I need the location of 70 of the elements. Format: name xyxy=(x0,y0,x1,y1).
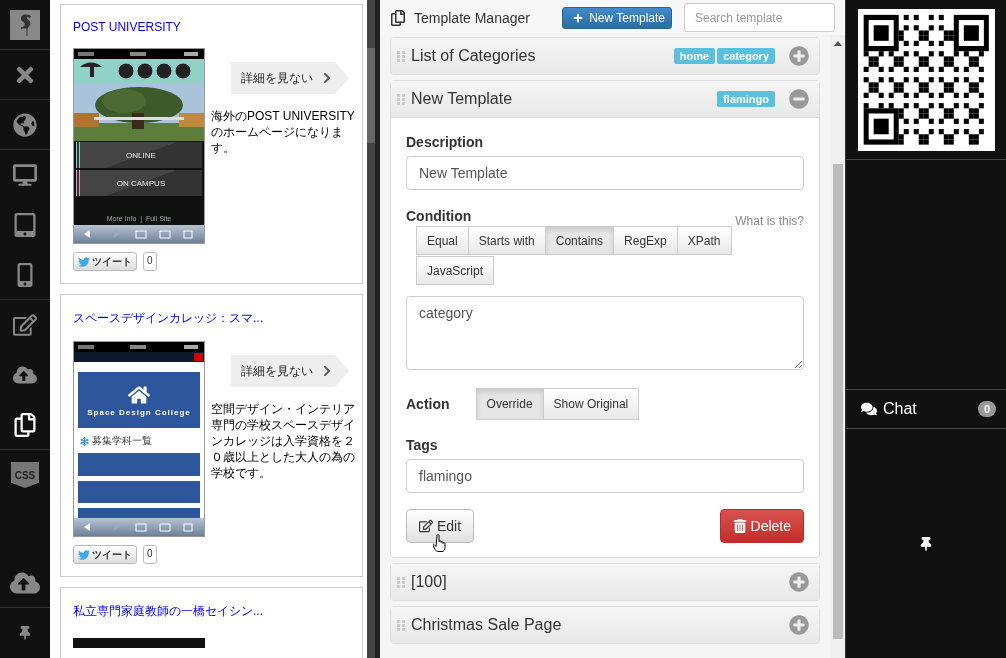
tag-label: flamingo xyxy=(717,91,775,107)
drag-handle-icon[interactable] xyxy=(397,93,405,105)
chat-button[interactable]: Chat xyxy=(861,400,978,418)
drag-handle-icon[interactable] xyxy=(397,619,405,631)
copy-icon[interactable] xyxy=(13,412,37,437)
template-name[interactable]: New Template xyxy=(411,90,712,108)
scrollbar[interactable] xyxy=(830,35,845,658)
details-button[interactable]: 詳細を見ない xyxy=(231,62,349,94)
tag-label: home xyxy=(673,48,716,64)
copy-icon xyxy=(390,9,406,26)
flamingo-logo[interactable] xyxy=(10,9,40,40)
action-option-button[interactable]: Show Original xyxy=(542,388,640,420)
house-icon xyxy=(128,383,150,406)
action-option-button[interactable]: Override xyxy=(475,388,544,420)
expand-icon[interactable] xyxy=(789,615,809,635)
plus-icon xyxy=(573,12,584,23)
condition-option-button[interactable]: Contains xyxy=(544,226,615,255)
site-description: 海外のPOST UNIVERSITYのホームページになります。 xyxy=(211,108,356,156)
scroll-up-arrow-icon[interactable] xyxy=(833,41,842,46)
field-label: Description xyxy=(406,134,484,150)
new-template-button[interactable]: New Template xyxy=(562,6,672,29)
site-list-heading: 募集学科一覧 xyxy=(92,434,152,449)
condition-text-area[interactable]: category xyxy=(406,296,804,370)
field-label: Condition xyxy=(406,208,472,224)
tablet-icon[interactable] xyxy=(13,213,37,237)
details-button[interactable]: 詳細を見ない xyxy=(231,355,349,387)
tweet-count: 0 xyxy=(143,545,157,564)
pin-icon[interactable] xyxy=(919,536,933,551)
edit-icon xyxy=(419,519,433,533)
expand-icon[interactable] xyxy=(789,46,809,66)
tag-label: category xyxy=(717,48,775,64)
condition-option-button[interactable]: JavaScript xyxy=(416,256,495,285)
globe-icon[interactable] xyxy=(13,112,37,137)
bird-icon xyxy=(78,255,90,268)
snowflake-icon xyxy=(80,436,89,446)
condition-option-button[interactable]: Equal xyxy=(416,226,469,255)
tweet-button[interactable]: ツイート xyxy=(73,545,137,564)
description-field[interactable]: New Template xyxy=(406,156,804,190)
help-link[interactable]: What is this? xyxy=(735,214,804,228)
site-description: 空間デザイン・インテリア専門の学校スペースデザインカレッジは入学資格を２０歳以上とした大人の為の学校です。 xyxy=(211,401,356,481)
chevron-right-icon xyxy=(321,72,333,84)
trash-icon xyxy=(732,519,747,533)
template-name[interactable]: List of Categories xyxy=(411,47,668,65)
search-field[interactable]: Search template xyxy=(684,3,835,32)
site-title-link[interactable]: 私立専門家庭教師の一橋セイシン... xyxy=(73,603,350,620)
bird-icon xyxy=(78,548,90,561)
condition-option-button[interactable]: Starts with xyxy=(467,226,546,255)
collapse-icon[interactable] xyxy=(789,89,809,109)
delete-button[interactable]: Delete xyxy=(719,509,804,543)
drag-handle-icon[interactable] xyxy=(397,50,405,62)
css-icon[interactable]: CSS xyxy=(11,462,39,488)
chat-count-badge: 0 xyxy=(977,401,996,417)
tags-field[interactable]: flamingo xyxy=(406,459,804,493)
site-hero-title: Space Design College xyxy=(87,407,191,417)
drag-handle-icon[interactable] xyxy=(397,576,405,588)
edit-icon[interactable] xyxy=(13,313,37,337)
condition-option-button[interactable]: RegExp xyxy=(613,226,678,255)
desktop-icon[interactable] xyxy=(13,163,37,187)
hand-cursor-icon xyxy=(433,534,447,552)
condition-option-button[interactable]: XPath xyxy=(676,226,732,255)
tweet-count: 0 xyxy=(143,252,157,271)
site-title-link[interactable]: スペースデザインカレッジ：スマ... xyxy=(73,310,350,327)
field-label: Action xyxy=(406,395,450,412)
expand-icon[interactable] xyxy=(789,572,809,592)
site-title-link[interactable]: POST UNIVERSITY xyxy=(73,20,350,34)
panel-title: Template Manager xyxy=(414,9,531,26)
chat-icon xyxy=(861,401,877,417)
field-label: Tags xyxy=(406,437,439,453)
chevron-right-icon xyxy=(321,365,333,377)
tweet-button[interactable]: ツイート xyxy=(73,252,137,271)
